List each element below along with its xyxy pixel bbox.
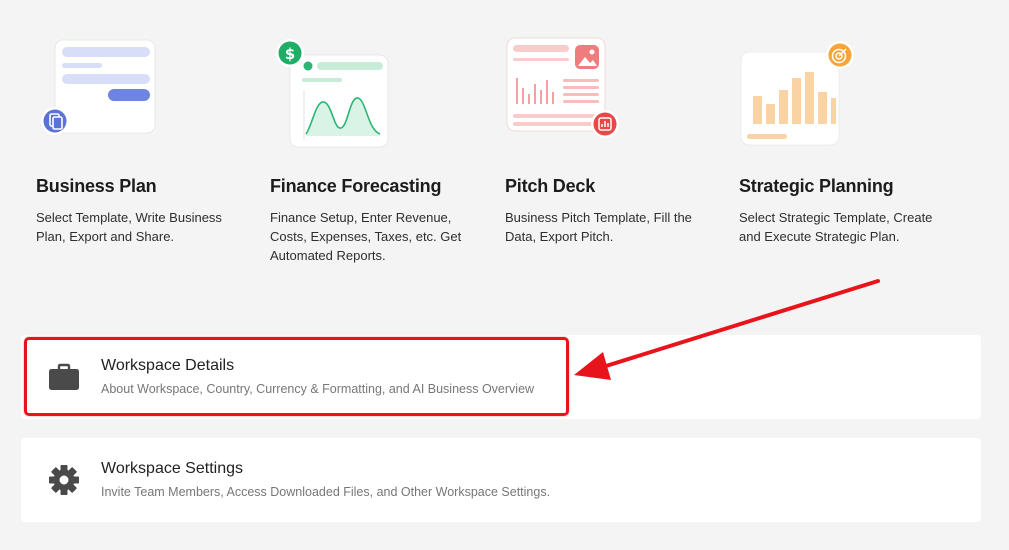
feature-title: Strategic Planning <box>739 176 894 196</box>
feature-strategic-planning[interactable]: Strategic Planning Select Strategic Temp… <box>703 0 932 290</box>
feature-pitch-deck[interactable]: Pitch Deck Business Pitch Template, Fill… <box>469 0 692 290</box>
page: Business Plan Select Template, Write Bus… <box>0 0 1009 550</box>
business-plan-illustration <box>41 39 156 135</box>
workspace-details-subtitle: About Workspace, Country, Currency & For… <box>101 382 535 396</box>
dollar-icon: $ <box>276 39 304 67</box>
feature-description: Finance Setup, Enter Revenue, Costs, Exp… <box>270 210 462 263</box>
feature-title: Pitch Deck <box>505 176 596 196</box>
feature-description: Select Template, Write Business Plan, Ex… <box>36 210 222 244</box>
workspace-details-title: Workspace Details <box>101 357 235 374</box>
strategic-planning-illustration <box>740 41 854 146</box>
workspace-settings-card[interactable]: Workspace Settings Invite Team Members, … <box>21 438 981 522</box>
briefcase-icon <box>49 363 79 390</box>
chart-icon <box>591 110 619 138</box>
finance-forecasting-illustration: $ <box>276 39 389 148</box>
feature-description: Business Pitch Template, Fill the Data, … <box>505 210 692 244</box>
feature-list: Business Plan Select Template, Write Bus… <box>0 0 1009 300</box>
feature-business-plan[interactable]: Business Plan Select Template, Write Bus… <box>0 0 222 290</box>
workspace-settings-subtitle: Invite Team Members, Access Downloaded F… <box>101 485 551 499</box>
feature-description: Select Strategic Template, Create and Ex… <box>739 210 933 244</box>
svg-text:$: $ <box>285 45 295 63</box>
workspace-details-card[interactable]: Workspace Details About Workspace, Count… <box>21 335 981 419</box>
pitch-deck-illustration <box>506 37 619 138</box>
gear-icon <box>49 465 79 495</box>
feature-title: Finance Forecasting <box>270 176 442 196</box>
target-icon <box>826 41 854 69</box>
document-icon <box>41 107 69 135</box>
image-icon <box>575 45 599 69</box>
feature-title: Business Plan <box>36 176 157 196</box>
workspace-settings-title: Workspace Settings <box>101 460 243 477</box>
feature-finance-forecasting[interactable]: $ Finance Forecasting Finance Setup, Ent… <box>234 0 461 290</box>
